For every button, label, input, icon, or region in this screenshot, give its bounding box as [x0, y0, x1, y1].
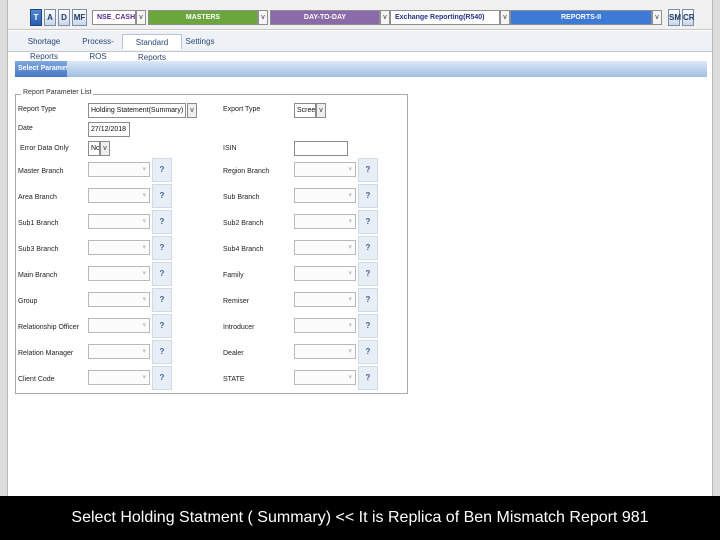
remiser-label: Remiser: [223, 298, 250, 305]
tab-standard-reports[interactable]: Standard Reports: [122, 34, 182, 62]
state-input[interactable]: [294, 370, 356, 385]
select-parameters-header: Select Parameters: [15, 61, 707, 77]
sm-button[interactable]: SM: [668, 9, 681, 26]
sub3-branch-label: Sub3 Branch: [18, 246, 59, 253]
sub-branch-lookup-button[interactable]: ?: [358, 184, 378, 208]
masters-dropdown-arrow-icon[interactable]: v: [258, 10, 268, 25]
dealer-lookup-button[interactable]: ?: [358, 340, 378, 364]
date-label: Date: [18, 125, 33, 132]
window-frame-right: [712, 0, 720, 496]
master-branch-label: Master Branch: [18, 168, 64, 175]
relation-manager-label: Relation Manager: [18, 350, 74, 357]
remiser-input[interactable]: [294, 292, 356, 307]
cr-button[interactable]: CR: [682, 9, 695, 26]
tab-shortage-reports[interactable]: Shortage Reports: [14, 34, 74, 61]
client-code-lookup-button[interactable]: ?: [152, 366, 172, 390]
tab-bar: Shortage Reports Process-ROS Standard Re…: [8, 31, 712, 62]
reports-ii-dropdown-arrow-icon[interactable]: v: [652, 10, 662, 25]
fieldset-legend: Report Parameter List: [21, 89, 94, 96]
dealer-label: Dealer: [223, 350, 244, 357]
sub1-branch-lookup-button[interactable]: ?: [152, 210, 172, 234]
master-branch-lookup-button[interactable]: ?: [152, 158, 172, 182]
relationship-officer-lookup-button[interactable]: ?: [152, 314, 172, 338]
isin-input[interactable]: [294, 141, 348, 156]
sub2-branch-label: Sub2 Branch: [223, 220, 264, 227]
caption-text: Select Holding Statment ( Summary) << It…: [71, 509, 649, 526]
family-label: Family: [223, 272, 244, 279]
error-data-only-label: Error Data Only: [20, 145, 69, 152]
mode-button-a[interactable]: A: [44, 9, 56, 26]
day-to-day-dropdown-arrow-icon[interactable]: v: [380, 10, 390, 25]
state-lookup-button[interactable]: ?: [358, 366, 378, 390]
client-code-label: Client Code: [18, 376, 55, 383]
sub3-branch-input[interactable]: [88, 240, 150, 255]
group-input[interactable]: [88, 292, 150, 307]
tab-settings[interactable]: Settings: [184, 34, 216, 50]
sub1-branch-input[interactable]: [88, 214, 150, 229]
exchange-reporting-dropdown-arrow-icon[interactable]: v: [500, 10, 510, 25]
introducer-input[interactable]: [294, 318, 356, 333]
main-branch-input[interactable]: [88, 266, 150, 281]
relationship-officer-input[interactable]: [88, 318, 150, 333]
family-lookup-button[interactable]: ?: [358, 262, 378, 286]
export-type-dropdown-arrow-icon[interactable]: v: [316, 103, 326, 118]
sub-branch-input[interactable]: [294, 188, 356, 203]
sub2-branch-input[interactable]: [294, 214, 356, 229]
relationship-officer-label: Relationship Officer: [18, 324, 79, 331]
sub4-branch-label: Sub4 Branch: [223, 246, 264, 253]
section-title: Select Parameters: [15, 61, 67, 77]
region-branch-input[interactable]: [294, 162, 356, 177]
reports-ii-menu[interactable]: REPORTS-II: [510, 10, 652, 25]
sub2-branch-lookup-button[interactable]: ?: [358, 210, 378, 234]
sub4-branch-lookup-button[interactable]: ?: [358, 236, 378, 260]
segment-select[interactable]: NSE_CASH: [92, 10, 136, 25]
report-type-dropdown-arrow-icon[interactable]: v: [187, 103, 197, 118]
day-to-day-menu[interactable]: DAY-TO-DAY: [270, 10, 380, 25]
mode-button-t[interactable]: T: [30, 9, 42, 26]
export-type-select[interactable]: Screen: [294, 103, 316, 118]
mode-button-mf[interactable]: MF: [72, 9, 87, 26]
relation-manager-lookup-button[interactable]: ?: [152, 340, 172, 364]
exchange-reporting-menu[interactable]: Exchange Reporting(R540): [390, 10, 500, 25]
sub-branch-label: Sub Branch: [223, 194, 260, 201]
remiser-lookup-button[interactable]: ?: [358, 288, 378, 312]
region-branch-label: Region Branch: [223, 168, 270, 175]
introducer-label: Introducer: [223, 324, 255, 331]
caption-band: Select Holding Statment ( Summary) << It…: [0, 496, 720, 540]
group-lookup-button[interactable]: ?: [152, 288, 172, 312]
region-branch-lookup-button[interactable]: ?: [358, 158, 378, 182]
export-type-label: Export Type: [223, 106, 261, 113]
window-frame-left: [0, 0, 8, 496]
main-branch-lookup-button[interactable]: ?: [152, 262, 172, 286]
group-label: Group: [18, 298, 38, 305]
report-type-select[interactable]: Holding Statement(Summary): [88, 103, 186, 118]
master-branch-input[interactable]: [88, 162, 150, 177]
error-data-only-dropdown-arrow-icon[interactable]: v: [100, 141, 110, 156]
top-toolbar: T A D MF NSE_CASH v MASTERS v DAY-TO-DAY…: [8, 0, 712, 30]
date-input[interactable]: 27/12/2018: [88, 122, 130, 137]
mode-button-d[interactable]: D: [58, 9, 70, 26]
area-branch-input[interactable]: [88, 188, 150, 203]
isin-label: ISIN: [223, 145, 237, 152]
area-branch-label: Area Branch: [18, 194, 57, 201]
report-type-label: Report Type: [18, 106, 57, 113]
sub4-branch-input[interactable]: [294, 240, 356, 255]
relation-manager-input[interactable]: [88, 344, 150, 359]
report-parameter-fieldset: Report Parameter List Report Type Holdin…: [15, 89, 408, 394]
area-branch-lookup-button[interactable]: ?: [152, 184, 172, 208]
family-input[interactable]: [294, 266, 356, 281]
tab-process-ros[interactable]: Process-ROS: [76, 34, 120, 61]
introducer-lookup-button[interactable]: ?: [358, 314, 378, 338]
error-data-only-select[interactable]: No: [88, 141, 100, 156]
masters-menu[interactable]: MASTERS: [148, 10, 258, 25]
segment-dropdown-arrow-icon[interactable]: v: [136, 10, 146, 25]
state-label: STATE: [223, 376, 245, 383]
dealer-input[interactable]: [294, 344, 356, 359]
main-branch-label: Main Branch: [18, 272, 58, 279]
sub3-branch-lookup-button[interactable]: ?: [152, 236, 172, 260]
application-window: T A D MF NSE_CASH v MASTERS v DAY-TO-DAY…: [0, 0, 720, 496]
client-code-input[interactable]: [88, 370, 150, 385]
sub1-branch-label: Sub1 Branch: [18, 220, 59, 227]
